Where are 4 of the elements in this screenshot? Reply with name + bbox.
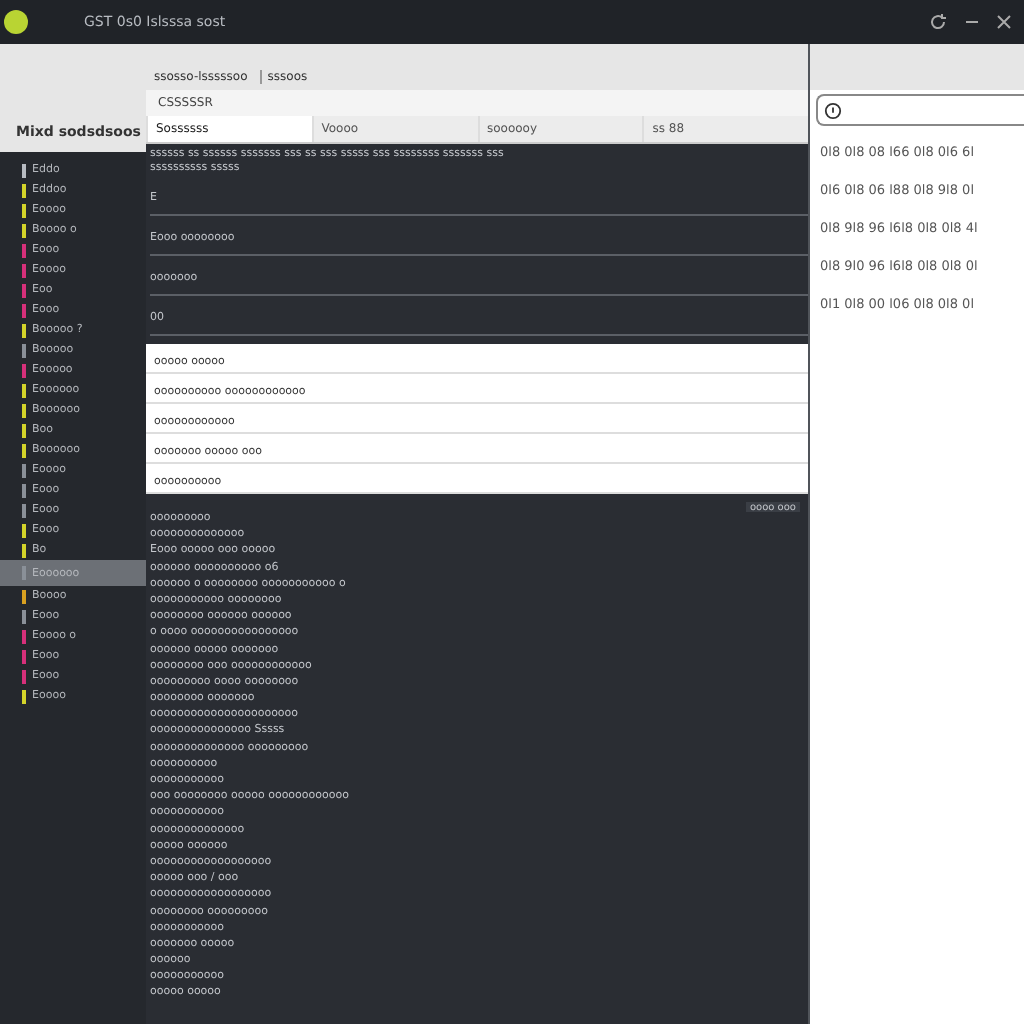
app-logo-icon [4,10,28,34]
close-icon[interactable] [996,14,1012,30]
refresh-icon[interactable] [928,12,948,32]
search-field[interactable] [816,94,1024,126]
